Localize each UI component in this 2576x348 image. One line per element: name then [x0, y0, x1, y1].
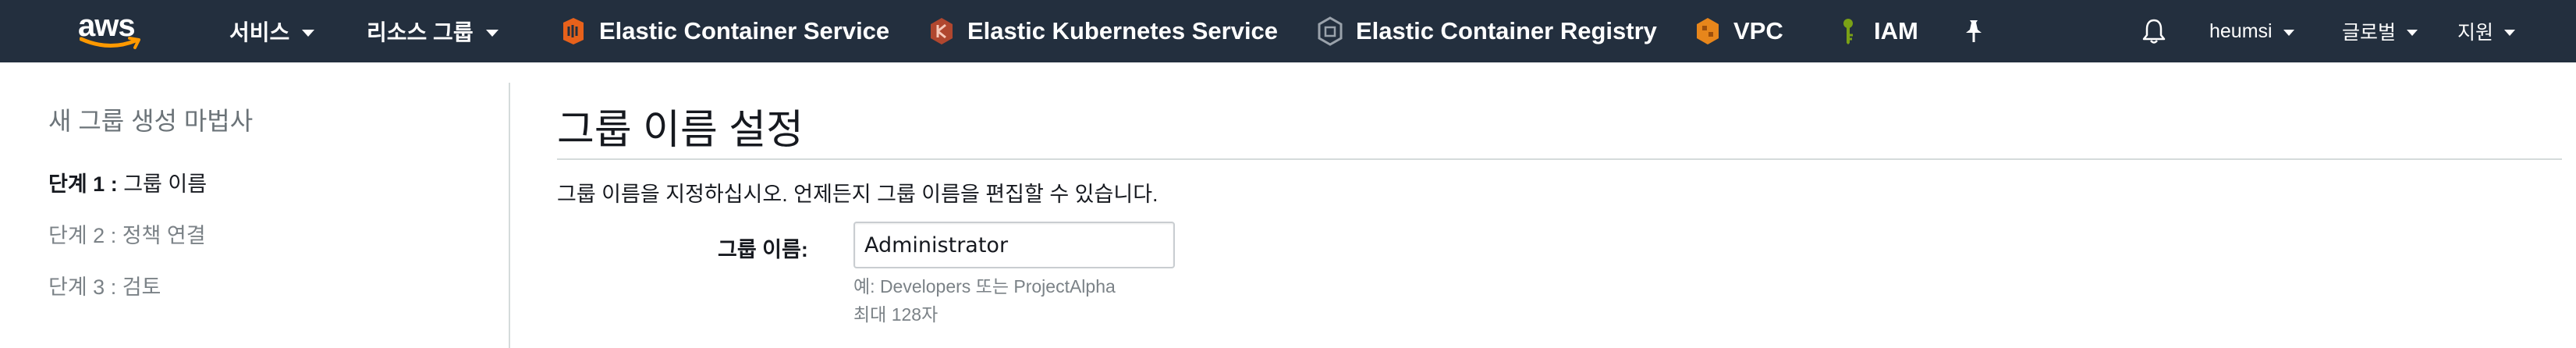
shortcut-label: VPC — [1733, 17, 1783, 44]
step-name: 정책 연결 — [122, 224, 206, 247]
shortcut-label: IAM — [1874, 17, 1918, 44]
shortcut-vpc[interactable]: VPC — [1694, 0, 1783, 62]
region-menu-label: 글로벌 — [2342, 22, 2397, 44]
wizard-title: 새 그룹 생성 마법사 — [48, 107, 254, 135]
instructions-text: 그룹 이름을 지정하십시오. 언제든지 그룹 이름을 편집할 수 있습니다. — [557, 183, 1158, 206]
step-number: 단계 2 — [48, 224, 105, 247]
group-name-example-hint: 예: Developers 또는 ProjectAlpha — [853, 276, 1116, 297]
wizard-step-2[interactable]: 단계 2 : 정책 연결 — [48, 218, 206, 249]
account-menu[interactable]: heumsi — [2209, 0, 2294, 62]
page-title: 그룹 이름 설정 — [557, 108, 804, 153]
title-divider — [557, 158, 2562, 160]
chevron-down-icon — [302, 29, 315, 37]
step-separator: : — [105, 224, 122, 247]
shortcut-eks[interactable]: Elastic Kubernetes Service — [928, 0, 1278, 62]
shortcut-iam[interactable]: IAM — [1835, 0, 1918, 62]
region-menu[interactable]: 글로벌 — [2342, 0, 2418, 62]
ecr-icon — [1318, 16, 1343, 46]
services-menu[interactable]: 서비스 — [229, 0, 315, 62]
group-name-input[interactable] — [853, 222, 1175, 268]
vpc-icon — [1697, 18, 1719, 44]
shortcut-ecs[interactable]: Elastic Container Service — [560, 0, 889, 62]
step-name: 그룹 이름 — [123, 172, 208, 196]
step-number: 단계 1 — [48, 172, 105, 196]
support-menu-label: 지원 — [2457, 22, 2494, 44]
ecs-icon — [563, 18, 584, 44]
shortcut-label: Elastic Kubernetes Service — [967, 17, 1279, 44]
group-name-label: 그룹 이름: — [718, 238, 808, 261]
chevron-down-icon — [2407, 30, 2418, 36]
aws-smile-icon — [80, 37, 140, 49]
step-name: 검토 — [122, 275, 161, 299]
shortcut-label: Elastic Container Service — [599, 17, 890, 44]
pushpin-icon — [1966, 20, 1982, 42]
shortcut-label: Elastic Container Registry — [1356, 17, 1657, 44]
notifications-button[interactable] — [2142, 0, 2166, 62]
wizard-step-3[interactable]: 단계 3 : 검토 — [48, 270, 161, 300]
step-number: 단계 3 — [48, 275, 105, 299]
wizard-step-1[interactable]: 단계 1 : 그룹 이름 — [48, 167, 207, 197]
chevron-down-icon — [485, 29, 499, 37]
group-name-max-length-hint: 최대 128자 — [853, 304, 939, 325]
top-navigation-bar: aws 서비스 리소스 그룹 Elastic Container Service… — [0, 0, 2576, 62]
resource-groups-menu-label: 리소스 그룹 — [367, 20, 474, 44]
support-menu[interactable]: 지원 — [2457, 0, 2516, 62]
chevron-down-icon — [2283, 30, 2294, 36]
bell-icon — [2142, 19, 2166, 44]
sidebar-divider — [509, 83, 510, 348]
aws-logo[interactable]: aws — [78, 0, 147, 62]
eks-icon — [931, 18, 953, 44]
shortcut-ecr[interactable]: Elastic Container Registry — [1317, 0, 1657, 62]
iam-key-icon — [1843, 19, 1853, 44]
step-separator: : — [105, 275, 122, 299]
pin-shortcuts-button[interactable] — [1963, 0, 1985, 62]
resource-groups-menu[interactable]: 리소스 그룹 — [367, 0, 499, 62]
chevron-down-icon — [2504, 30, 2516, 36]
services-menu-label: 서비스 — [229, 20, 290, 44]
account-menu-label: heumsi — [2209, 20, 2273, 42]
step-separator: : — [105, 172, 124, 196]
